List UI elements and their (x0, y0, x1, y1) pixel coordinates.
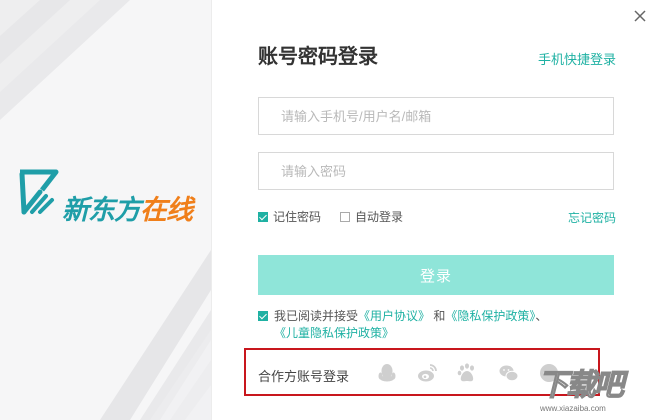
close-icon[interactable] (630, 6, 650, 26)
partner-login-label: 合作方账号登录 (258, 369, 350, 384)
privacy-policy-link[interactable]: 《隐私保护政策》 (445, 309, 535, 323)
auto-login-option[interactable]: 自动登录 (340, 208, 403, 225)
remember-password-option[interactable]: 记住密码 (258, 208, 321, 225)
brand-panel: 新东方在线 (0, 0, 212, 420)
qq-icon[interactable] (376, 362, 398, 384)
login-window: 新东方在线 账号密码登录 手机快捷登录 记住密码 自动登录 忘记密码 登录 我已… (0, 0, 660, 420)
agree-prefix: 我已阅读并接受 (274, 309, 359, 323)
logo-arrow-icon (19, 169, 59, 215)
password-input[interactable] (259, 153, 613, 189)
baidu-icon[interactable] (456, 362, 478, 384)
logo-text-online: 在线 (140, 195, 193, 225)
account-input[interactable] (259, 98, 613, 134)
wechat-icon[interactable] (498, 362, 520, 384)
password-field (258, 152, 614, 190)
agree-sep: 、 (535, 309, 548, 323)
user-agreement-link[interactable]: 《用户协议》 (358, 309, 430, 323)
watermark-url: www.xiazaiba.com (540, 404, 606, 413)
agree-checkbox[interactable] (258, 311, 268, 321)
remember-checkbox[interactable] (258, 211, 268, 222)
forgot-password-link[interactable]: 忘记密码 (568, 209, 616, 226)
more-icon[interactable] (538, 362, 560, 384)
remember-label: 记住密码 (273, 210, 322, 224)
auto-login-checkbox[interactable] (340, 211, 350, 222)
page-title: 账号密码登录 (258, 46, 378, 68)
agreement: 我已阅读并接受《用户协议》 和《隐私保护政策》、 《儿童隐私保护政策》 (258, 308, 618, 342)
logo-text-brand: 新东方 (62, 195, 141, 225)
agree-and: 和 (433, 309, 446, 323)
brand-logo: 新东方在线 (16, 166, 196, 230)
account-field (258, 97, 614, 135)
quick-login-link[interactable]: 手机快捷登录 (538, 49, 616, 68)
weibo-icon[interactable] (416, 362, 438, 384)
child-privacy-link[interactable]: 《儿童隐私保护政策》 (274, 326, 394, 340)
auto-login-label: 自动登录 (355, 210, 404, 224)
login-button[interactable]: 登录 (258, 255, 614, 295)
logo-text: 新东方在线 (62, 188, 193, 227)
